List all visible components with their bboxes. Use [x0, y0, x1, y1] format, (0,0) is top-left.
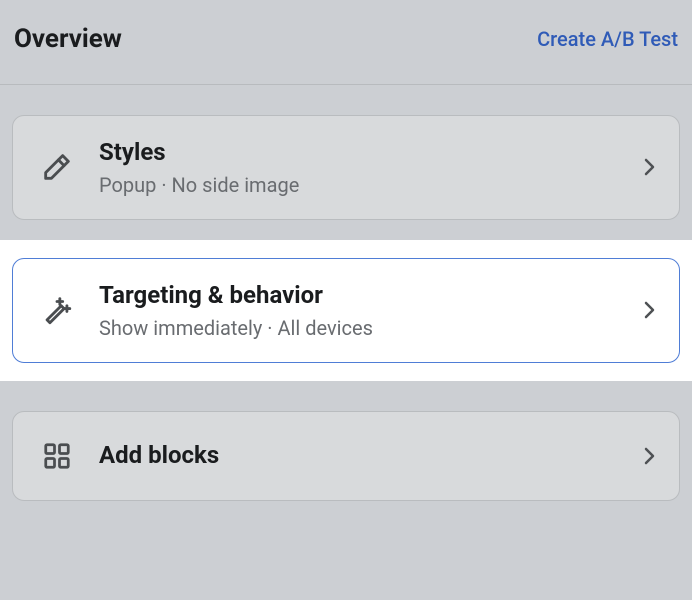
- page-title: Overview: [14, 24, 122, 54]
- card-content: Targeting & behavior Show immediately · …: [99, 281, 637, 340]
- pencil-icon: [37, 147, 77, 187]
- styles-title: Styles: [99, 138, 637, 167]
- card-content: Styles Popup · No side image: [99, 138, 637, 197]
- styles-subtitle: Popup · No side image: [99, 173, 637, 197]
- create-ab-test-link[interactable]: Create A/B Test: [537, 27, 678, 51]
- targeting-card[interactable]: Targeting & behavior Show immediately · …: [12, 258, 680, 363]
- blocks-section: Add blocks: [0, 381, 692, 501]
- blocks-icon: [37, 436, 77, 476]
- styles-card[interactable]: Styles Popup · No side image: [12, 115, 680, 220]
- cards-section: Styles Popup · No side image: [0, 85, 692, 220]
- blocks-title: Add blocks: [99, 441, 637, 470]
- chevron-right-icon: [637, 298, 661, 322]
- card-content: Add blocks: [99, 441, 637, 470]
- add-blocks-card[interactable]: Add blocks: [12, 411, 680, 501]
- active-section: Targeting & behavior Show immediately · …: [0, 240, 692, 381]
- chevron-right-icon: [637, 444, 661, 468]
- chevron-right-icon: [637, 155, 661, 179]
- targeting-subtitle: Show immediately · All devices: [99, 316, 637, 340]
- header: Overview Create A/B Test: [0, 0, 692, 85]
- wand-icon: [37, 290, 77, 330]
- targeting-title: Targeting & behavior: [99, 281, 637, 310]
